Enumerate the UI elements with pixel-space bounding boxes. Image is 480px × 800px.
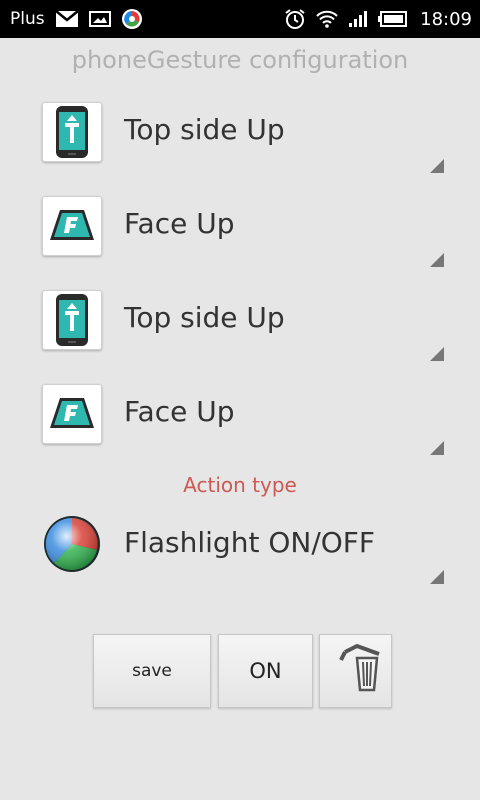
phone-top-up-icon xyxy=(42,290,102,350)
face-up-icon xyxy=(42,196,102,256)
page-title: phoneGesture configuration xyxy=(71,46,409,74)
gesture-label: Top side Up xyxy=(124,113,285,146)
action-type-spinner[interactable]: Flashlight ON/OFF xyxy=(40,514,446,594)
gesture-spinner-2[interactable]: Face Up xyxy=(40,195,446,275)
save-button[interactable]: save xyxy=(93,634,211,708)
gesture-spinner-1[interactable]: Top side Up xyxy=(40,101,446,181)
delete-button[interactable] xyxy=(319,634,392,708)
trash-icon xyxy=(329,644,383,698)
app-ball-icon xyxy=(121,8,143,30)
toggle-on-button[interactable]: ON xyxy=(218,634,313,708)
action-type-label: Action type xyxy=(183,473,297,497)
dropdown-arrow-icon xyxy=(430,347,444,361)
dropdown-arrow-icon xyxy=(430,441,444,455)
face-up-icon xyxy=(42,384,102,444)
gesture-label: Top side Up xyxy=(124,301,285,334)
dropdown-arrow-icon xyxy=(430,159,444,173)
battery-icon xyxy=(378,10,408,28)
gmail-icon xyxy=(54,10,79,28)
phone-top-up-icon xyxy=(42,102,102,162)
clock: 18:09 xyxy=(420,8,472,30)
gesture-spinner-4[interactable]: Face Up xyxy=(40,383,446,463)
dropdown-arrow-icon xyxy=(430,253,444,267)
gesture-label: Face Up xyxy=(124,395,235,428)
dropdown-arrow-icon xyxy=(430,570,444,584)
gesture-spinner-3[interactable]: Top side Up xyxy=(40,289,446,369)
signal-icon xyxy=(348,10,368,28)
image-icon xyxy=(88,10,111,28)
alarm-icon xyxy=(284,8,306,30)
flashlight-ball-icon xyxy=(42,514,102,574)
status-bar: Plus 18:09 xyxy=(0,0,480,38)
gesture-label: Face Up xyxy=(124,207,235,240)
wifi-icon xyxy=(316,10,338,28)
action-selected-label: Flashlight ON/OFF xyxy=(124,526,376,559)
carrier-label: Plus xyxy=(10,9,45,29)
